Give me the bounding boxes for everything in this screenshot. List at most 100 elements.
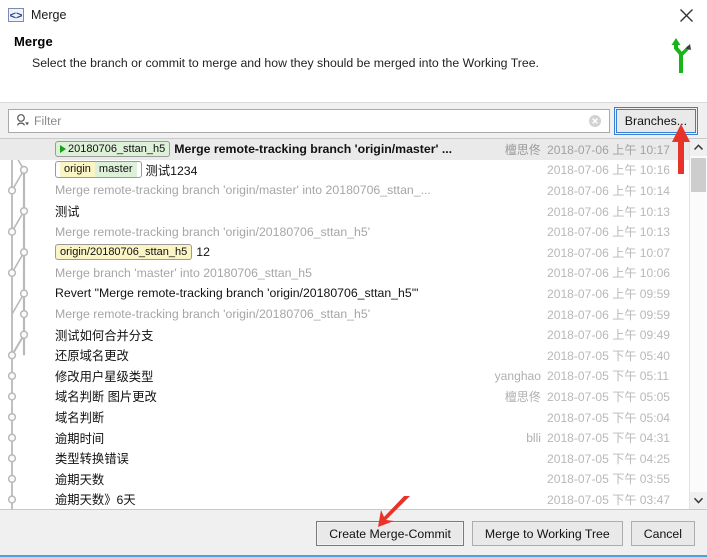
commit-message: 修改用户星级类型	[55, 369, 154, 384]
commit-message: Merge remote-tracking branch 'origin/201…	[55, 307, 371, 322]
commit-graph-cell	[0, 386, 55, 407]
commit-graph-cell	[0, 407, 55, 428]
commit-subject-cell: 修改用户星级类型	[55, 367, 467, 385]
search-input[interactable]	[34, 111, 588, 130]
commit-date: 2018-07-06 上午 09:59	[547, 307, 671, 322]
commit-date: 2018-07-05 下午 05:05	[547, 389, 671, 404]
ref-label: origin	[60, 162, 95, 178]
close-icon[interactable]	[671, 1, 701, 29]
search-field[interactable]	[8, 108, 610, 133]
commit-graph-cell	[0, 242, 55, 263]
commit-row[interactable]: Merge remote-tracking branch 'origin/201…	[0, 221, 689, 242]
commit-row[interactable]: 域名判断 图片更改 檀思佟 2018-07-05 下午 05:05	[0, 386, 689, 407]
commit-subject-cell: Merge remote-tracking branch 'origin/mas…	[55, 183, 467, 197]
scroll-down-button[interactable]	[690, 492, 707, 509]
commit-message: Merge remote-tracking branch 'origin/mas…	[55, 183, 431, 198]
merge-to-working-tree-button[interactable]: Merge to Working Tree	[471, 521, 623, 546]
ref-label[interactable]: origin/20180706_sttan_h5	[55, 244, 193, 261]
commit-date: 2018-07-05 下午 03:47	[547, 492, 671, 507]
merge-branch-arrow-icon	[667, 36, 697, 74]
scroll-up-button[interactable]	[690, 139, 707, 156]
commit-message: Merge remote-tracking branch 'origin/mas…	[174, 142, 453, 157]
commit-row[interactable]: 测试如何合并分支 2018-07-06 上午 09:49	[0, 324, 689, 345]
page-title: Merge	[14, 34, 53, 49]
commit-subject-cell: 逾期天数》6天	[55, 490, 467, 508]
commit-graph-cell	[0, 283, 55, 304]
commit-graph-cell	[0, 139, 55, 160]
page-subtitle: Select the branch or commit to merge and…	[32, 56, 539, 70]
window-title: Merge	[31, 8, 67, 22]
cancel-button[interactable]: Cancel	[630, 521, 695, 546]
clear-circle-icon[interactable]	[588, 114, 602, 128]
commit-author: yanghao	[494, 368, 541, 383]
create-merge-commit-button[interactable]: Create Merge-Commit	[316, 521, 464, 546]
commit-row[interactable]: 类型转换错误 2018-07-05 下午 04:25	[0, 448, 689, 469]
commit-subject-cell: 类型转换错误	[55, 449, 467, 467]
commit-list[interactable]: 20180706_sttan_h5 Merge remote-tracking b…	[0, 139, 689, 509]
commit-subject-cell: 测试	[55, 202, 467, 220]
commit-message: 测试	[55, 205, 80, 220]
commit-row[interactable]: 逾期天数 2018-07-05 下午 03:55	[0, 469, 689, 490]
commit-date: 2018-07-05 下午 05:40	[547, 348, 671, 363]
commit-graph-cell	[0, 160, 55, 181]
commit-subject-cell: 逾期时间	[55, 429, 467, 447]
commit-message: 测试1234	[145, 163, 198, 178]
commit-graph-cell	[0, 469, 55, 490]
commit-author: 檀思佟	[504, 142, 541, 157]
commit-row[interactable]: 修改用户星级类型 yanghao 2018-07-05 下午 05:11	[0, 366, 689, 387]
commit-subject-cell: Merge branch 'master' into 20180706_stta…	[55, 266, 467, 280]
commit-message: 还原域名更改	[55, 349, 129, 364]
commit-graph-cell	[0, 366, 55, 387]
commit-subject-cell: Merge remote-tracking branch 'origin/201…	[55, 307, 467, 321]
commit-date: 2018-07-05 下午 04:31	[547, 431, 671, 446]
commit-row[interactable]: origin/20180706_sttan_h5 12 2018-07-06 上午 …	[0, 242, 689, 263]
commit-row[interactable]: origin master 测试1234 2018-07-06 上午 10:16	[0, 160, 689, 181]
commit-date: 2018-07-06 上午 10:14	[547, 183, 671, 198]
ref-label-group[interactable]: origin master	[55, 161, 142, 179]
commit-message: 域名判断 图片更改	[55, 390, 157, 405]
commit-row[interactable]: Merge branch 'master' into 20180706_stta…	[0, 263, 689, 284]
commit-message: 逾期天数	[55, 472, 105, 487]
commit-row[interactable]: Merge remote-tracking branch 'origin/mas…	[0, 180, 689, 201]
branches-button[interactable]: Branches...	[613, 106, 699, 135]
vertical-scrollbar[interactable]	[689, 139, 707, 509]
commit-date: 2018-07-05 下午 05:11	[547, 369, 670, 384]
merge-dialog: <> Merge Merge Select the branch or comm…	[0, 0, 707, 557]
commit-author: 檀思佟	[504, 389, 541, 404]
commit-message: Revert "Merge remote-tracking branch 'or…	[55, 286, 419, 301]
commit-graph-cell	[0, 448, 55, 469]
commit-date: 2018-07-06 上午 10:07	[547, 245, 671, 260]
commit-message: 测试如何合并分支	[55, 328, 154, 343]
commit-graph-cell	[0, 324, 55, 345]
commit-date: 2018-07-06 上午 09:49	[547, 328, 671, 343]
commit-row[interactable]: 逾期时间 blli 2018-07-05 下午 04:31	[0, 427, 689, 448]
commit-message: 逾期时间	[55, 431, 105, 446]
commit-date: 2018-07-05 下午 04:25	[547, 451, 671, 466]
commit-graph-cell	[0, 304, 55, 325]
commit-list-panel: 20180706_sttan_h5 Merge remote-tracking b…	[0, 138, 707, 510]
head-arrow-icon	[60, 145, 66, 154]
ref-label: master	[94, 162, 137, 178]
commit-message: 12	[196, 245, 210, 260]
commit-date: 2018-07-05 下午 05:04	[547, 410, 671, 425]
commit-row[interactable]: 测试 2018-07-06 上午 10:13	[0, 201, 689, 222]
commit-graph-cell	[0, 345, 55, 366]
commit-date: 2018-07-05 下午 03:55	[547, 472, 671, 487]
commit-row[interactable]: Revert "Merge remote-tracking branch 'or…	[0, 283, 689, 304]
commit-date: 2018-07-06 上午 09:59	[547, 286, 671, 301]
svg-text:<>: <>	[10, 10, 23, 22]
commit-subject-cell: origin/20180706_sttan_h5 12	[55, 244, 467, 261]
commit-date: 2018-07-06 上午 10:16	[547, 163, 671, 178]
commit-row[interactable]: 还原域名更改 2018-07-05 下午 05:40	[0, 345, 689, 366]
commit-row[interactable]: 域名判断 2018-07-05 下午 05:04	[0, 407, 689, 428]
scrollbar-thumb[interactable]	[691, 158, 706, 192]
commit-row[interactable]: 逾期天数》6天 2018-07-05 下午 03:47	[0, 489, 689, 509]
filter-person-icon	[15, 113, 30, 128]
commit-row[interactable]: 20180706_sttan_h5 Merge remote-tracking b…	[0, 139, 689, 160]
commit-date: 2018-07-06 上午 10:06	[547, 266, 671, 281]
commit-row[interactable]: Merge remote-tracking branch 'origin/201…	[0, 304, 689, 325]
commit-date: 2018-07-06 上午 10:13	[547, 204, 671, 219]
ref-label[interactable]: 20180706_sttan_h5	[55, 141, 171, 158]
scrollbar-track[interactable]	[690, 156, 707, 492]
commit-graph-cell	[0, 263, 55, 284]
